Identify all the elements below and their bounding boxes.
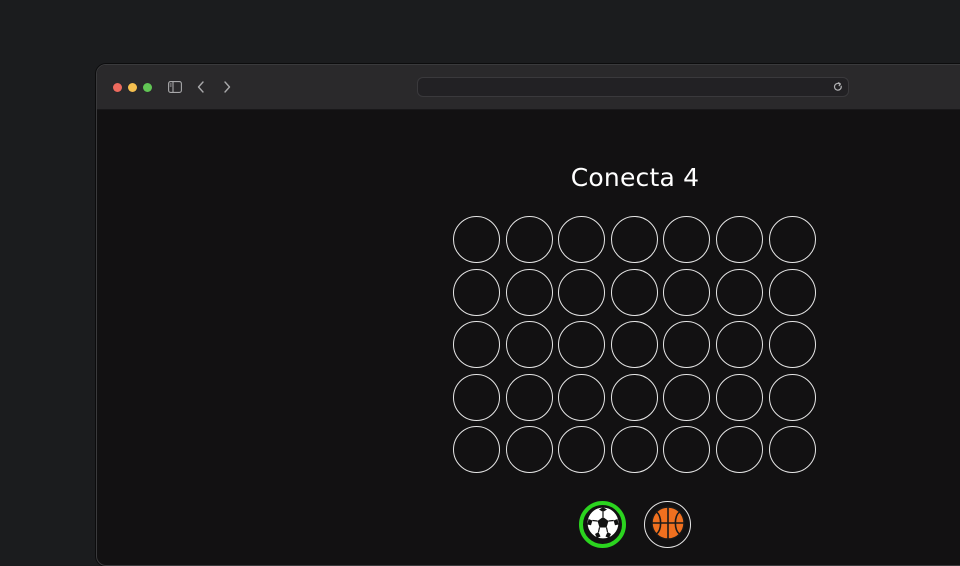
game-board — [453, 216, 816, 474]
close-window-button[interactable] — [113, 83, 122, 92]
zoom-window-button[interactable] — [143, 83, 152, 92]
board-cell[interactable] — [663, 426, 711, 474]
page-title: Conecta 4 — [570, 163, 700, 192]
board-cell[interactable] — [768, 373, 816, 421]
board-cell[interactable] — [610, 268, 658, 316]
board-cell[interactable] — [453, 268, 500, 316]
board-cell[interactable] — [505, 268, 553, 316]
board-cell[interactable] — [453, 216, 500, 263]
board-cell[interactable] — [505, 373, 553, 421]
reload-icon[interactable] — [832, 81, 844, 93]
address-bar[interactable] — [417, 77, 849, 97]
board-cell[interactable] — [768, 426, 816, 474]
player-basketball-button[interactable] — [644, 501, 691, 548]
board-cell[interactable] — [505, 216, 553, 263]
board-cell[interactable] — [505, 321, 553, 369]
board-cell[interactable] — [715, 426, 763, 474]
board-cell[interactable] — [715, 373, 763, 421]
board-cell[interactable] — [610, 321, 658, 369]
board-cell[interactable] — [768, 216, 816, 263]
browser-toolbar — [97, 65, 960, 110]
board-cell[interactable] — [558, 426, 606, 474]
board-cell[interactable] — [610, 426, 658, 474]
board-cell[interactable] — [558, 268, 606, 316]
browser-window: Conecta 4 — [96, 64, 960, 566]
board-cell[interactable] — [768, 321, 816, 369]
board-cell[interactable] — [610, 216, 658, 263]
board-cell[interactable] — [663, 321, 711, 369]
player-soccer-ball-button[interactable] — [579, 501, 626, 548]
basketball-icon — [650, 505, 685, 544]
player-selector — [579, 501, 691, 548]
board-cell[interactable] — [663, 268, 711, 316]
board-cell[interactable] — [663, 373, 711, 421]
minimize-window-button[interactable] — [128, 83, 137, 92]
back-arrow-icon[interactable] — [192, 78, 210, 96]
board-cell[interactable] — [610, 373, 658, 421]
board-cell[interactable] — [715, 216, 763, 263]
board-cell[interactable] — [505, 426, 553, 474]
forward-arrow-icon[interactable] — [218, 78, 236, 96]
soccer-ball-icon — [585, 505, 620, 544]
board-cell[interactable] — [715, 321, 763, 369]
board-cell[interactable] — [453, 373, 500, 421]
board-cell[interactable] — [453, 426, 500, 474]
board-cell[interactable] — [715, 268, 763, 316]
board-cell[interactable] — [453, 321, 500, 369]
sidebar-toggle-icon[interactable] — [166, 78, 184, 96]
board-cell[interactable] — [558, 216, 606, 263]
board-cell[interactable] — [663, 216, 711, 263]
board-cell[interactable] — [768, 268, 816, 316]
board-cell[interactable] — [558, 321, 606, 369]
board-cell[interactable] — [558, 373, 606, 421]
